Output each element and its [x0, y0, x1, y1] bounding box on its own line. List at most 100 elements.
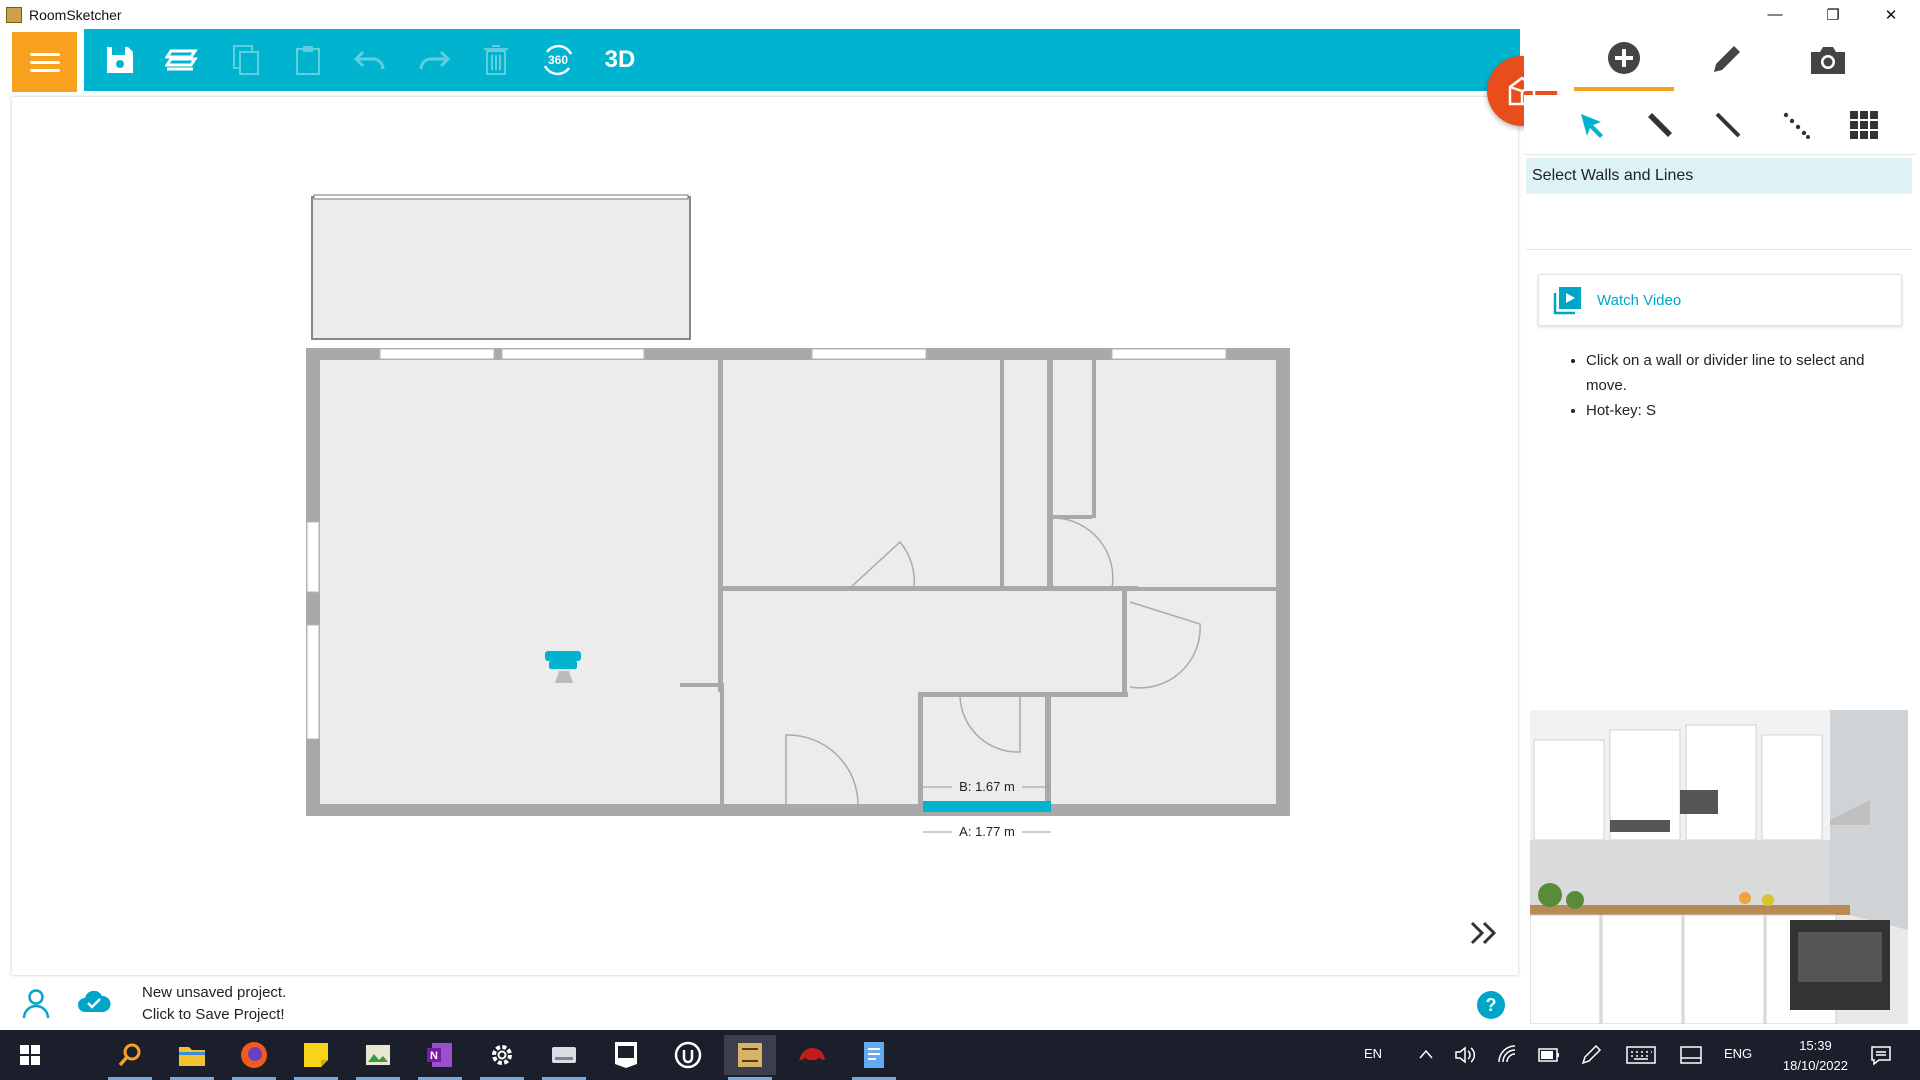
expand-panel-icon: [1470, 921, 1497, 945]
status-line-2: Click to Save Project!: [142, 1006, 285, 1023]
tab-edit[interactable]: [1676, 29, 1776, 91]
status-bar: New unsaved project. Click to Save Proje…: [12, 978, 1518, 1030]
wall-tool-icon: [1648, 113, 1672, 137]
dimension-a: A: 1.77 m: [959, 824, 1015, 839]
panel-options-area: [1526, 196, 1912, 250]
onenote-icon: N: [427, 1043, 452, 1067]
line-tool-button[interactable]: [1706, 105, 1750, 145]
wifi-icon[interactable]: [1497, 1045, 1519, 1065]
document-blue-icon: [864, 1042, 884, 1068]
help-item: Click on a wall or divider line to selec…: [1586, 348, 1906, 398]
clock-time: 15:39: [1799, 1038, 1832, 1053]
taskbar-file-explorer[interactable]: [166, 1035, 218, 1080]
roomsketcher-icon: [738, 1043, 762, 1067]
taskbar-unreal[interactable]: [662, 1035, 714, 1075]
folder-icon: [179, 1047, 205, 1066]
battery-icon[interactable]: [1537, 1046, 1561, 1064]
view-360-button[interactable]: 360: [536, 40, 580, 80]
undo-button[interactable]: [348, 40, 392, 80]
search-icon: [118, 1043, 141, 1067]
dimension-b: B: 1.67 m: [959, 779, 1015, 794]
tab-add[interactable]: [1574, 29, 1674, 91]
paste-button[interactable]: [286, 40, 330, 80]
camera-icon: [1811, 47, 1845, 74]
volume-icon[interactable]: [1454, 1045, 1476, 1065]
wall-tool-button[interactable]: [1638, 105, 1682, 145]
taskbar-drive-app[interactable]: [538, 1035, 590, 1080]
dotted-line-tool-button[interactable]: [1774, 105, 1818, 145]
taskbar-epic-games[interactable]: [600, 1035, 652, 1075]
keyboard-icon[interactable]: [1626, 1046, 1656, 1064]
gear-icon: [492, 1045, 512, 1065]
taskbar-search[interactable]: [104, 1035, 156, 1080]
paste-icon: [296, 46, 320, 75]
help-list: Click on a wall or divider line to selec…: [1566, 348, 1906, 423]
taskbar-photo-app[interactable]: [352, 1035, 404, 1080]
add-icon: [1608, 42, 1640, 74]
redo-icon: [419, 50, 451, 70]
line-tool-icon: [1715, 112, 1741, 138]
taskbar-onenote[interactable]: N: [414, 1035, 466, 1080]
select-tool-button[interactable]: [1570, 105, 1614, 145]
delete-button[interactable]: [474, 40, 518, 80]
copy-icon: [233, 45, 259, 75]
view-360-icon: 360: [543, 44, 573, 76]
taskbar-settings[interactable]: [476, 1035, 528, 1080]
view-3d-button[interactable]: 3D: [598, 40, 642, 80]
window-title: RoomSketcher: [29, 6, 122, 23]
minimize-button[interactable]: —: [1746, 0, 1804, 29]
main-menu-button[interactable]: [12, 32, 77, 92]
disk-icon: [552, 1047, 576, 1063]
edit-icon: [1714, 46, 1740, 72]
close-button[interactable]: ✕: [1862, 0, 1920, 29]
redo-button[interactable]: [412, 40, 456, 80]
chevron-up-icon[interactable]: [1418, 1048, 1434, 1060]
save-project-message[interactable]: New unsaved project. Click to Save Proje…: [142, 982, 286, 1026]
svg-text:?: ?: [1486, 995, 1497, 1015]
windows-taskbar: N EN ENG 15:39 18/10/2022: [0, 1030, 1920, 1080]
notifications-icon[interactable]: [1870, 1044, 1892, 1066]
balcony-area: [311, 196, 691, 340]
tab-camera[interactable]: [1778, 29, 1878, 91]
taskbar-clock[interactable]: 15:39 18/10/2022: [1783, 1036, 1848, 1076]
kitchen-render: [1530, 710, 1908, 1024]
taskbar-roomsketcher[interactable]: [724, 1035, 776, 1080]
keyboard-language[interactable]: ENG: [1724, 1046, 1752, 1061]
selected-wall: [923, 801, 1051, 812]
taskbar-game[interactable]: [786, 1035, 838, 1075]
taskbar-sticky-notes[interactable]: [290, 1035, 342, 1080]
taskbar-notes-app[interactable]: [848, 1035, 900, 1080]
levels-icon: [165, 49, 198, 71]
3d-preview-image[interactable]: [1530, 710, 1908, 1024]
restore-button[interactable]: ❐: [1804, 0, 1862, 29]
status-line-1: New unsaved project.: [142, 984, 287, 1001]
copy-button[interactable]: [224, 40, 268, 80]
unreal-engine-icon: [674, 1041, 702, 1069]
play-video-icon: [1553, 287, 1581, 315]
panel-header: Select Walls and Lines: [1526, 158, 1912, 194]
pen-icon[interactable]: [1580, 1044, 1602, 1066]
start-button[interactable]: [4, 1035, 56, 1075]
watch-video-button[interactable]: Watch Video: [1538, 274, 1902, 326]
help-icon[interactable]: ?: [1476, 990, 1506, 1020]
tablet-mode-icon[interactable]: [1680, 1046, 1702, 1064]
grid-tool-button[interactable]: [1842, 105, 1886, 145]
floorplan-canvas[interactable]: B: 1.67 m A: 1.77 m: [12, 97, 1518, 975]
taskbar-firefox[interactable]: [228, 1035, 280, 1080]
watch-video-label: Watch Video: [1597, 291, 1682, 309]
help-item: Hot-key: S: [1586, 398, 1906, 423]
clock-date: 18/10/2022: [1782, 1058, 1848, 1073]
epic-games-icon: [615, 1042, 637, 1068]
svg-text:360: 360: [548, 53, 568, 67]
input-language[interactable]: EN: [1364, 1046, 1382, 1061]
levels-button[interactable]: [160, 40, 204, 80]
user-icon[interactable]: [22, 988, 50, 1020]
panel-tabs: [1524, 29, 1916, 91]
save-icon: [107, 47, 133, 73]
grid-icon: [1850, 111, 1878, 139]
window-titlebar: RoomSketcher — ❐ ✕: [0, 0, 1920, 29]
floorplan-drawing[interactable]: B: 1.67 m A: 1.77 m: [12, 97, 1518, 975]
svg-text:N: N: [430, 1050, 438, 1062]
save-button[interactable]: [98, 40, 142, 80]
cloud-check-icon[interactable]: [77, 990, 111, 1014]
